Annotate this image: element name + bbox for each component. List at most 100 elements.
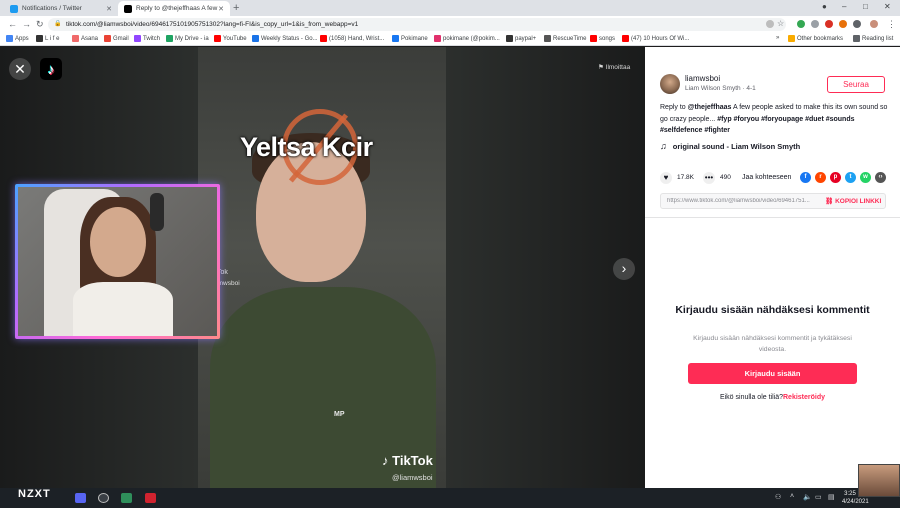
close-window-button[interactable]: ✕ (884, 2, 891, 11)
extension-icon[interactable] (825, 20, 833, 28)
people-icon[interactable]: ⚇ (775, 493, 781, 501)
tiktok-logo-icon[interactable]: ♪ (40, 58, 62, 80)
bookmark-item[interactable]: RescueTime (544, 35, 586, 42)
close-tab-icon[interactable]: ✕ (106, 5, 112, 13)
report-label: Ilmoittaa (605, 64, 631, 71)
microphone (150, 193, 164, 231)
profile-dot-icon[interactable]: ● (822, 2, 827, 11)
share-link-url[interactable]: https://www.tiktok.com/@liamwsboi/video/… (667, 198, 823, 204)
signup-link[interactable]: Rekisteröidy (783, 394, 825, 401)
bookmark-item[interactable]: pokimane (@pokim... (434, 35, 500, 42)
author-username[interactable]: liamwsboi (685, 74, 720, 83)
puzzle-icon[interactable] (853, 20, 861, 28)
close-icon[interactable]: ✕ (9, 58, 31, 80)
back-icon[interactable]: ← (8, 19, 17, 29)
whatsapp-share-icon[interactable]: w (860, 172, 871, 183)
bookmark-item[interactable]: Asana (72, 35, 98, 42)
login-prompt-subtitle: Kirjaudu sisään nähdäksesi kommentit ja … (693, 335, 852, 353)
bookmark-item[interactable]: Gmail (104, 35, 129, 42)
report-link[interactable]: ⚑ Ilmoittaa (598, 63, 630, 71)
bookmark-item[interactable]: YouTube (214, 35, 247, 42)
bookmark-item[interactable]: Twitch (134, 35, 160, 42)
copy-link-label: KOPIOI LINKKI (835, 198, 882, 205)
address-bar-row: ← → ↻ 🔒 tiktok.com/@liamwsboi/video/6946… (0, 16, 900, 33)
discord-icon[interactable] (75, 493, 86, 503)
bookmark-item[interactable]: (1058) Hand, Wrist... (320, 35, 384, 42)
avatar-icon[interactable] (870, 20, 878, 28)
cast-icon[interactable] (766, 20, 774, 28)
reading-list[interactable]: Reading list (853, 35, 893, 42)
bookmark-item[interactable]: Apps (6, 35, 29, 42)
likes-count: 17.8K (677, 174, 694, 181)
network-icon[interactable]: ▭ (815, 493, 822, 501)
speaker-icon[interactable]: 🔈 (803, 493, 812, 501)
bookmark-item[interactable]: My Drive - ia (166, 35, 209, 42)
app-icon[interactable] (121, 493, 132, 503)
video-player[interactable]: MP Yeltsa Kcir ✕ ♪ ⚑ Ilmoittaa › Tok amw… (0, 47, 645, 488)
shirt-logo: MP (334, 411, 345, 418)
bookmark-icon (392, 35, 399, 42)
signup-prompt: Eikö sinulla ole tiliä? (719, 394, 783, 401)
reload-icon[interactable]: ↻ (36, 19, 44, 30)
tray-arrow-icon[interactable]: ˄ (790, 493, 794, 500)
tab-twitter[interactable]: Notifications / Twitter ✕ (4, 1, 118, 16)
sound-link[interactable]: ♫ original sound - Liam Wilson Smyth (660, 141, 800, 151)
bookmark-icon (320, 35, 327, 42)
bookmark-label: Asana (81, 35, 99, 42)
bookmark-item[interactable]: songs (590, 35, 615, 42)
share-label: Jaa kohteeseen (742, 174, 792, 181)
corner-webcam (858, 464, 900, 497)
bookmark-icon (214, 35, 221, 42)
maximize-button[interactable]: □ (863, 2, 868, 11)
embed-share-icon[interactable]: ‹› (875, 172, 886, 183)
extension-icon[interactable] (839, 20, 847, 28)
bookmark-item[interactable]: Pokimane (392, 35, 428, 42)
new-tab-button[interactable]: + (233, 2, 239, 14)
app-icon[interactable] (145, 493, 156, 503)
menu-icon[interactable]: ⋮ (887, 19, 896, 30)
copy-link-button[interactable]: ⛓ KOPIOI LINKKI (825, 197, 881, 205)
other-bookmarks[interactable]: Other bookmarks (788, 35, 843, 42)
next-video-button[interactable]: › (613, 258, 635, 280)
extension-icon[interactable] (797, 20, 805, 28)
url-input[interactable]: 🔒 tiktok.com/@liamwsboi/video/6946175101… (48, 18, 786, 31)
bookmark-label: My Drive - ia (175, 35, 209, 42)
follow-button[interactable]: Seuraa (827, 76, 885, 93)
forward-icon[interactable]: → (22, 19, 31, 29)
extension-icon[interactable] (811, 20, 819, 28)
bookmarks-overflow-icon[interactable]: » (776, 35, 779, 41)
minimize-button[interactable]: – (842, 2, 846, 11)
close-tab-icon[interactable]: ✕ (218, 5, 224, 13)
bookmark-item[interactable]: L i f e (36, 35, 59, 42)
lock-icon: 🔒 (54, 21, 62, 27)
mention-link[interactable]: @thejeffhaas (688, 104, 732, 111)
bookmark-icon (544, 35, 551, 42)
taskbar: ⚇ ˄ 🔈 ▭ ▤ 3:25 PM 4/24/2021 (0, 488, 900, 508)
bookmark-label: YouTube (223, 35, 247, 42)
tiktok-watermark: ♪ TikTok (382, 453, 433, 468)
bookmark-label: Gmail (113, 35, 129, 42)
notification-icon[interactable]: ▤ (828, 493, 835, 501)
webcam-overlay (15, 184, 220, 339)
pinterest-share-icon[interactable]: p (830, 172, 841, 183)
twitter-share-icon[interactable]: t (845, 172, 856, 183)
bookmark-icon (434, 35, 441, 42)
tab-tiktok[interactable]: Reply to @thejeffhaas A few ✕ (118, 1, 230, 16)
reading-list-icon (853, 35, 860, 42)
folder-icon (788, 35, 795, 42)
bookmark-label: paypal+ (515, 35, 537, 42)
share-link-box: https://www.tiktok.com/@liamwsboi/video/… (660, 193, 886, 209)
bookmark-item[interactable]: paypal+ (506, 35, 536, 42)
bookmark-item[interactable]: (47) 10 Hours Of Wi... (622, 35, 689, 42)
bookmark-icon (590, 35, 597, 42)
heart-icon[interactable]: ♥ (660, 172, 672, 184)
author-avatar[interactable] (660, 74, 680, 94)
login-button[interactable]: Kirjaudu sisään (688, 363, 857, 384)
star-icon[interactable]: ☆ (777, 19, 784, 28)
facebook-share-icon[interactable]: f (800, 172, 811, 183)
comment-icon[interactable]: ••• (703, 172, 715, 184)
bookmark-item[interactable]: Weekly Status - Go... (252, 35, 318, 42)
bookmark-icon (36, 35, 43, 42)
reddit-share-icon[interactable]: r (815, 172, 826, 183)
chrome-icon[interactable] (98, 493, 109, 503)
